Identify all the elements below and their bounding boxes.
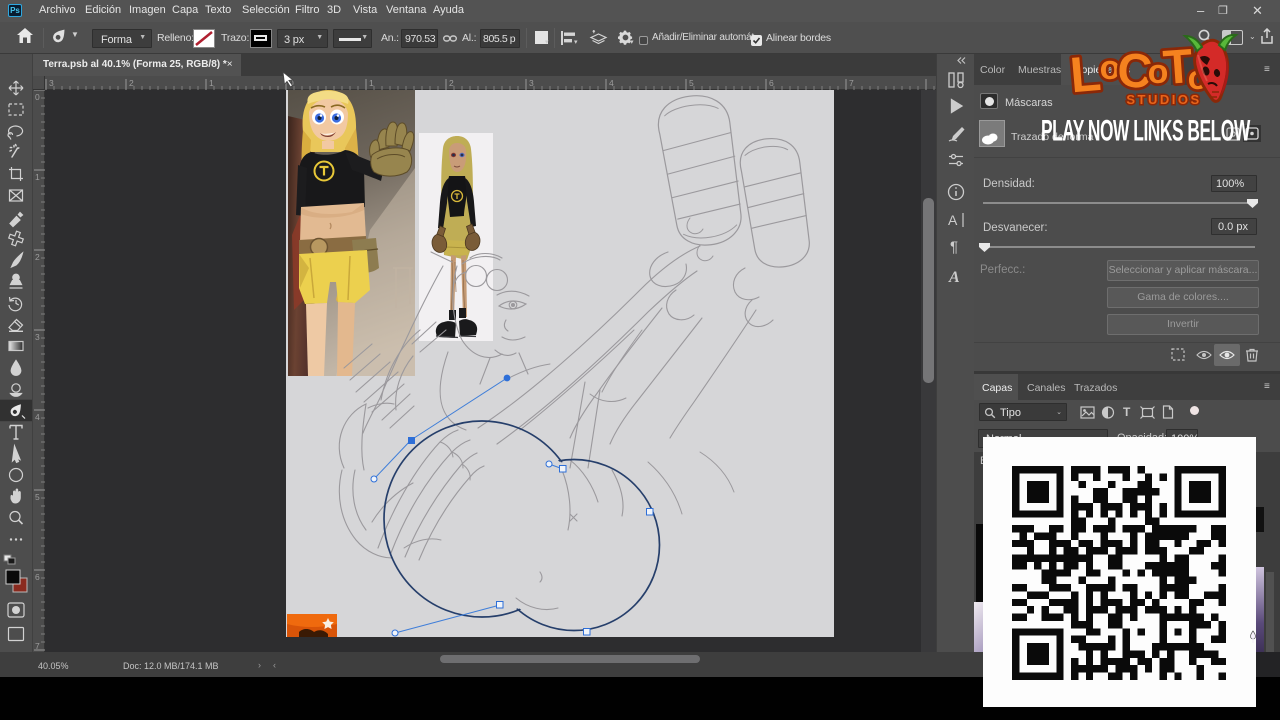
svg-text:¶: ¶: [950, 239, 958, 256]
svg-text:A: A: [948, 212, 958, 228]
svg-text:2: 2: [449, 78, 454, 88]
svg-text:3: 3: [35, 332, 40, 342]
svg-text:5: 5: [689, 78, 694, 88]
svg-text:STUDIOS: STUDIOS: [1126, 92, 1201, 107]
svg-text:1: 1: [369, 78, 374, 88]
svg-text:0: 0: [35, 92, 40, 102]
svg-text:3: 3: [529, 78, 534, 88]
svg-text:7: 7: [849, 78, 854, 88]
svg-text:4: 4: [35, 412, 40, 422]
svg-text:2: 2: [129, 78, 134, 88]
svg-text:5: 5: [35, 492, 40, 502]
svg-text:6: 6: [35, 572, 40, 582]
svg-text:2: 2: [35, 252, 40, 262]
svg-text:1: 1: [35, 172, 40, 182]
svg-text:6: 6: [769, 78, 774, 88]
svg-text:7: 7: [35, 641, 40, 651]
svg-text:4: 4: [609, 78, 614, 88]
svg-text:1: 1: [209, 78, 214, 88]
svg-text:A: A: [948, 269, 960, 286]
svg-text:L: L: [1068, 45, 1103, 103]
svg-text:3: 3: [49, 78, 54, 88]
